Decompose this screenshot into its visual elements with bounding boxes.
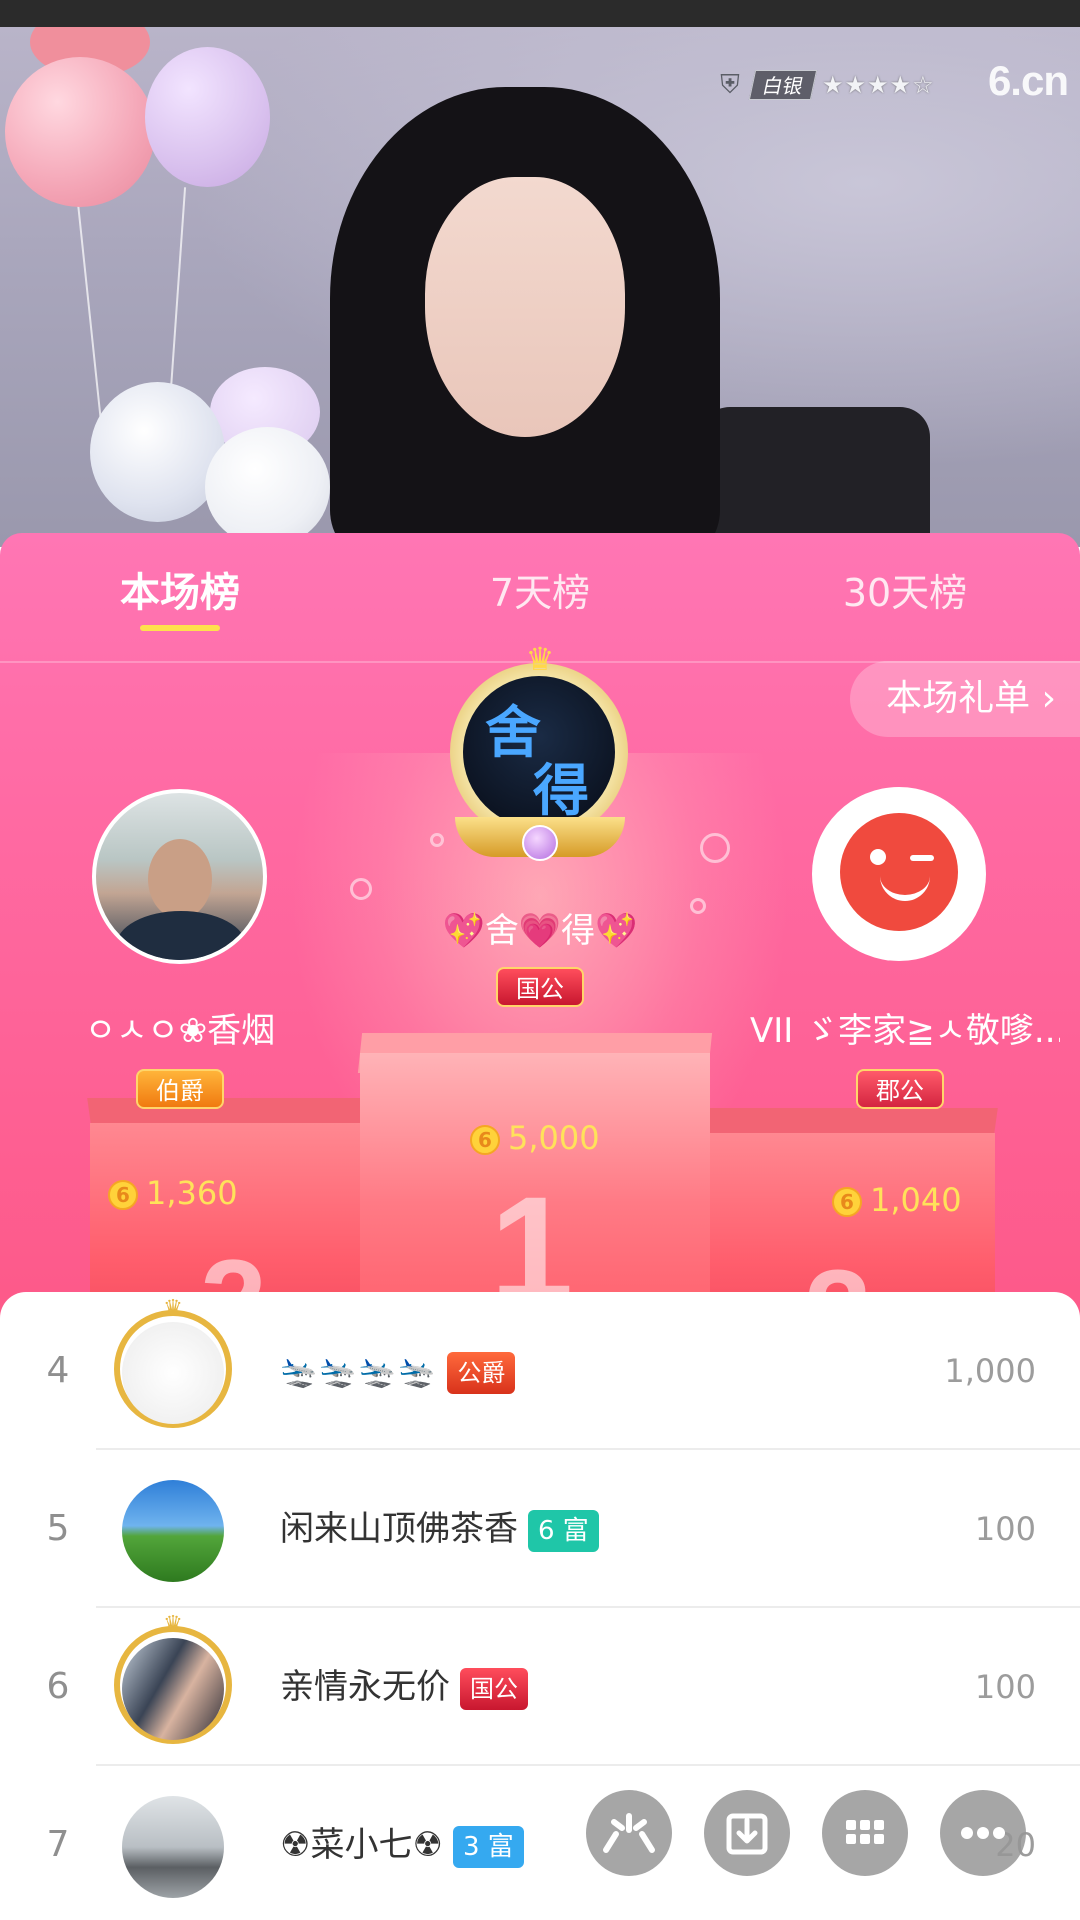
avatar-rank-2[interactable]: [92, 789, 267, 964]
list-item[interactable]: 4 ♛ 🛬🛬🛬🛬 公爵 1,000: [0, 1292, 1080, 1450]
avatar-shirt: [116, 911, 246, 960]
grid-icon-svg: [846, 1820, 884, 1844]
crown-icon: ♛: [525, 640, 555, 678]
rank-number: 6: [46, 1666, 70, 1707]
sparkle-icon: [430, 833, 444, 847]
coin-icon: 6: [832, 1187, 862, 1217]
coin-icon: 6: [108, 1180, 138, 1210]
burst-icon[interactable]: [586, 1790, 672, 1876]
download-icon[interactable]: [704, 1790, 790, 1876]
crown-icon: ♛: [163, 1612, 183, 1637]
avatar[interactable]: [122, 1796, 224, 1898]
list-item[interactable]: 6 ♛ 亲情永无价 国公 100: [0, 1608, 1080, 1766]
tab-30-days[interactable]: 30天榜: [815, 563, 995, 623]
score-value: 1,360: [146, 1174, 238, 1212]
noble-badge-rank-3: 郡公: [856, 1069, 944, 1109]
burst-icon-svg: [603, 1813, 655, 1853]
user-name-row: 亲情永无价 国公: [280, 1608, 528, 1766]
crown-icon: ♛: [163, 1296, 183, 1321]
rank-number: 4: [46, 1350, 70, 1391]
user-name: 亲情永无价: [280, 1667, 450, 1707]
name-rank-2[interactable]: ㅇㅅㅇ❀香烟: [40, 1003, 320, 1052]
site-logo: 6.cn: [987, 57, 1069, 104]
gift-list-button[interactable]: 本场礼单 ›: [850, 661, 1080, 737]
list-item[interactable]: 7 ☢菜小七☢3 富 20: [0, 1766, 1080, 1920]
chair: [700, 407, 930, 547]
active-tab-indicator: [140, 625, 220, 631]
download-icon-svg: [726, 1813, 768, 1855]
status-bar: [0, 0, 1080, 27]
coin-icon: 6: [470, 1125, 500, 1155]
user-name-row: 闲来山顶佛茶香 6 富: [280, 1450, 599, 1608]
wealth-badge: 6 富: [528, 1509, 599, 1552]
list-item[interactable]: 5 闲来山顶佛茶香 6 富 100: [0, 1450, 1080, 1608]
tab-this-session[interactable]: 本场榜: [100, 563, 260, 623]
avatar-wink: [910, 855, 934, 861]
more-icon-svg: [961, 1827, 1005, 1839]
live-video[interactable]: ⛨ 白银 ★★★★☆ 6.cn: [0, 27, 1080, 547]
avatar-head: [148, 839, 212, 919]
contribution-value: 100: [974, 1510, 1036, 1548]
balloon: [90, 382, 225, 522]
level-label: 白银: [748, 70, 818, 100]
score-rank-3: 6 1,040: [832, 1180, 962, 1220]
streamer-face: [425, 177, 625, 437]
avatar-eye: [870, 849, 886, 865]
sparkle-icon: [690, 898, 706, 914]
noble-badge: 国公: [460, 1667, 528, 1710]
contribution-value: 100: [974, 1668, 1036, 1706]
user-name: 闲来山顶佛茶香: [280, 1509, 518, 1549]
avatar-rank-3[interactable]: [812, 787, 986, 961]
heart-gem-icon: [522, 825, 558, 861]
shield-icon: ⛨: [720, 70, 740, 100]
contribution-value: 1,000: [944, 1352, 1036, 1390]
user-name-row: ☢菜小七☢ 3 富: [280, 1766, 524, 1920]
avatar-calligraphy: 得: [533, 758, 589, 824]
avatar-blob: [840, 813, 958, 931]
rank-number: 5: [46, 1508, 70, 1549]
sparkle-icon: [700, 833, 730, 863]
more-icon[interactable]: [940, 1790, 1026, 1876]
name-rank-3[interactable]: VII ゞ李家≧ㅅ敬嗲...: [750, 1003, 1060, 1052]
sparkle-icon: [350, 878, 372, 900]
ranking-list: 4 ♛ 🛬🛬🛬🛬 公爵 1,000 5 闲来山顶佛茶香 6 富 100 6 ♛ 亲情…: [0, 1292, 1080, 1920]
user-name: 🛬🛬🛬🛬: [280, 1354, 438, 1390]
streamer-level-badge: ⛨ 白银 ★★★★☆: [708, 67, 935, 103]
avatar[interactable]: [122, 1638, 224, 1740]
balloon: [5, 57, 155, 207]
score-rank-2: 6 1,360: [108, 1173, 238, 1213]
rank-number: 7: [46, 1824, 70, 1865]
avatar[interactable]: [122, 1480, 224, 1582]
grid-icon[interactable]: [822, 1790, 908, 1876]
noble-badge: 公爵: [447, 1351, 516, 1394]
balloon: [205, 427, 330, 547]
tab-7-days[interactable]: 7天榜: [460, 563, 620, 623]
score-value: 5,000: [508, 1119, 600, 1157]
score-rank-1: 6 5,000: [470, 1118, 600, 1158]
user-name-row: 🛬🛬🛬🛬 公爵: [280, 1292, 516, 1450]
user-name: ☢菜小七☢: [280, 1825, 443, 1865]
level-stars: ★★★★☆: [822, 71, 935, 99]
avatar-rank-1[interactable]: 舍 得: [463, 676, 615, 828]
wealth-badge: 3 富: [452, 1825, 524, 1868]
noble-badge-rank-2: 伯爵: [136, 1069, 224, 1109]
noble-badge-rank-1: 国公: [496, 967, 584, 1007]
balloon: [145, 47, 270, 187]
score-value: 1,040: [870, 1181, 962, 1219]
avatar[interactable]: [122, 1322, 224, 1424]
name-rank-1[interactable]: 💖舍💗得💖: [390, 903, 690, 952]
